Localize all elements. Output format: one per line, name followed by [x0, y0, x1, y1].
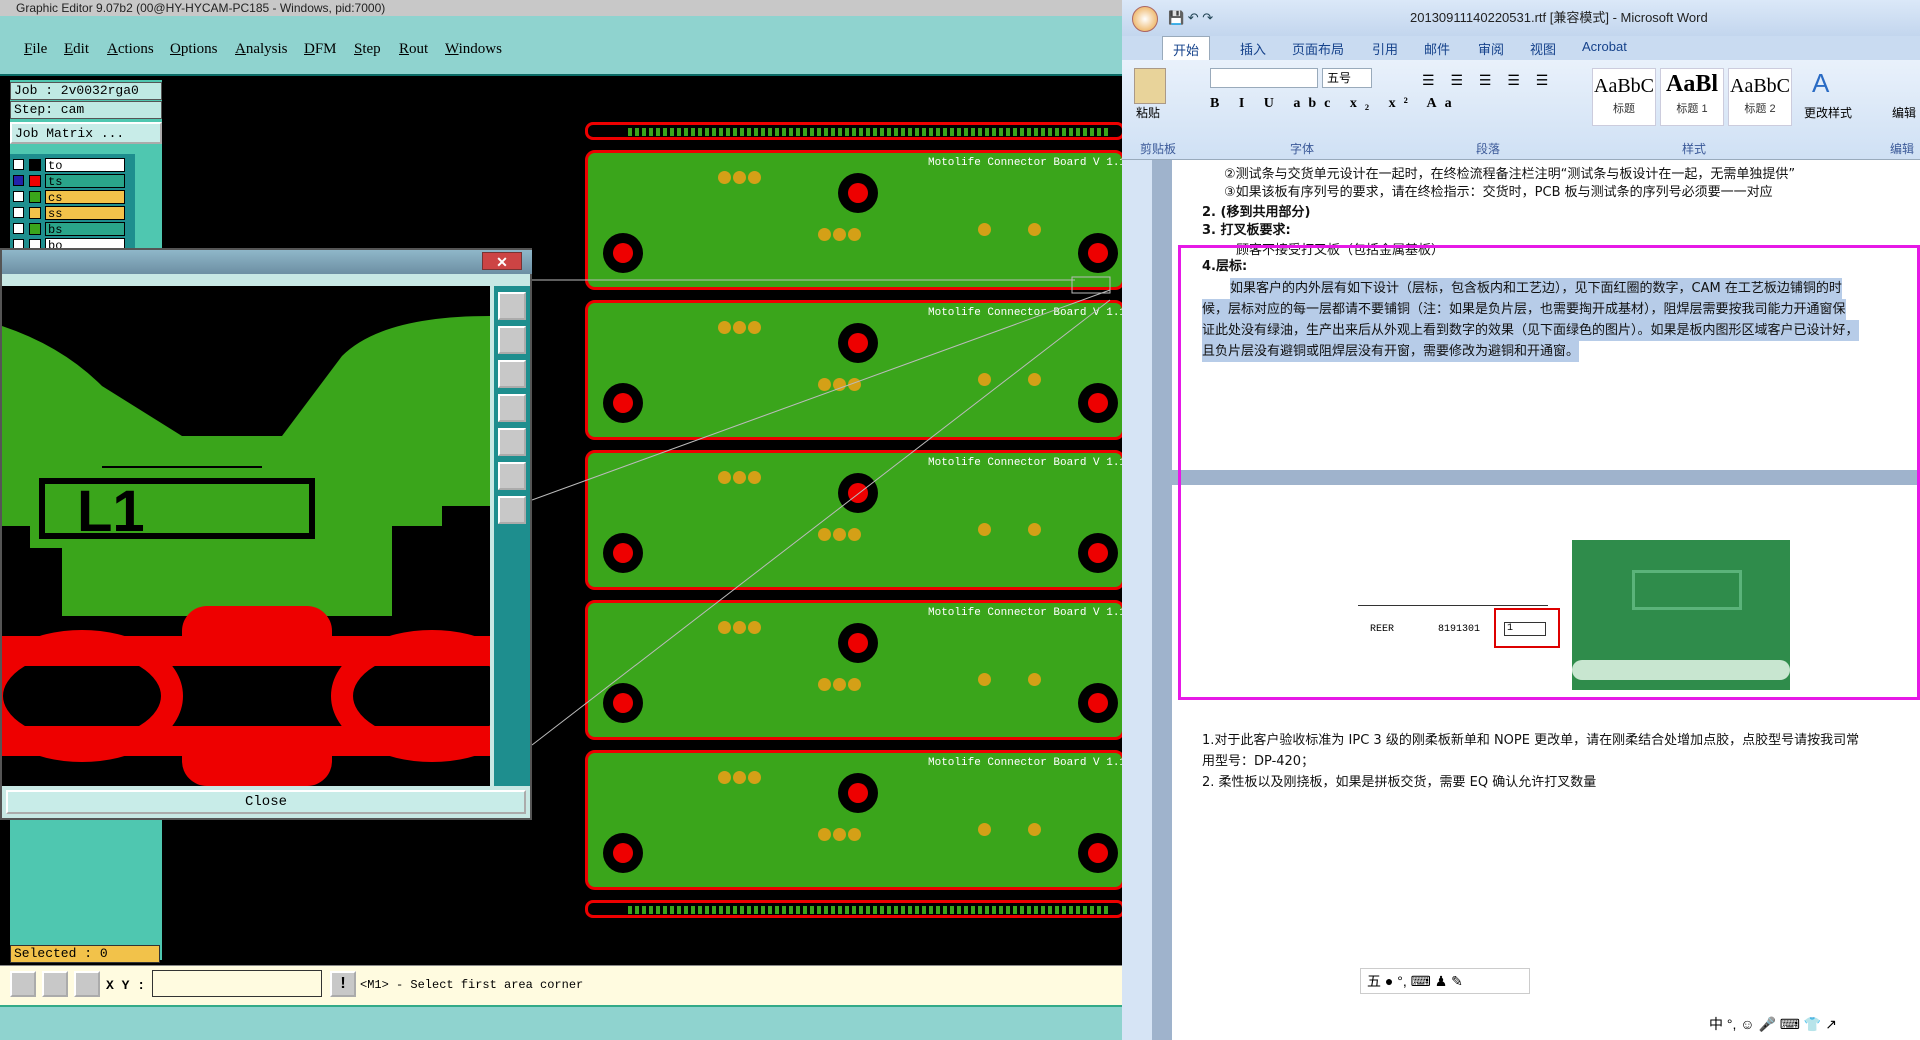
group-editing: 编辑 [1890, 142, 1915, 156]
zoom-home-icon[interactable] [498, 496, 526, 524]
style-sample: AaBbC [1730, 75, 1790, 97]
zoom-layer-mark: L1 [77, 479, 145, 544]
status-message: <M1> - Select first area corner [360, 978, 584, 992]
zoom-toolbar [494, 286, 530, 786]
tab-review[interactable]: 审阅 [1478, 39, 1504, 58]
style-sample: AaBbC [1594, 75, 1654, 97]
tab-acrobat[interactable]: Acrobat [1582, 39, 1627, 54]
pan-left-icon[interactable] [498, 394, 526, 422]
style-heading1[interactable]: AaBl 标题 1 [1660, 68, 1724, 126]
xy-input[interactable] [152, 970, 322, 997]
command-bar: X Y : ! <M1> - Select first area corner [0, 965, 1122, 1005]
doc-line: 1.对于此客户验收标准为 IPC 3 级的刚柔板新单和 NOPE 更改单，请在刚… [1202, 733, 1860, 748]
doc-line: ③如果该板有序列号的要求，请在终检指示：交货时，PCB 板与测试条的序列号必须要… [1224, 185, 1773, 200]
font-family-select[interactable] [1210, 68, 1318, 88]
close-icon[interactable]: ✕ [482, 252, 522, 270]
style-label: 标题 2 [1744, 103, 1776, 115]
style-label: 标题 1 [1676, 103, 1708, 115]
style-label: 标题 [1613, 103, 1635, 115]
zoom-in-icon[interactable] [498, 292, 526, 320]
group-paragraph: 段落 [1476, 142, 1501, 156]
close-button[interactable]: Close [6, 790, 526, 814]
selected-count: Selected : 0 [10, 945, 160, 963]
ribbon: 粘贴 五号 B I U abc x₂ x² Aa ☰ ☰ ☰ ☰ ☰ AaBbC… [1122, 60, 1920, 160]
zoom-dialog: ✕ L1 Close [0, 248, 532, 820]
cam-status-strip [0, 1005, 1122, 1040]
tab-layout[interactable]: 页面布局 [1292, 39, 1344, 58]
ruler-icon[interactable] [42, 971, 68, 997]
font-format-buttons[interactable]: B I U abc x₂ x² Aa [1210, 96, 1460, 112]
cam-window: Graphic Editor 9.07b2 (00@HY-HYCAM-PC185… [0, 0, 1126, 1040]
paste-label: 粘贴 [1136, 106, 1161, 120]
tab-references[interactable]: 引用 [1372, 39, 1398, 58]
xy-label: X Y : [106, 978, 146, 993]
zoom-fit-icon[interactable] [498, 462, 526, 490]
quick-access-save-icon[interactable]: 💾 ↶ ↷ [1168, 0, 1213, 36]
tab-home[interactable]: 开始 [1162, 36, 1211, 62]
doc-line: 2. 柔性板以及刚挠板，如果是拼板交货，需要 EQ 确认允许打叉数量 [1202, 775, 1597, 790]
tab-view[interactable]: 视图 [1530, 39, 1556, 58]
zoom-dialog-titlebar[interactable]: ✕ [2, 250, 532, 274]
tab-mailings[interactable]: 邮件 [1424, 39, 1450, 58]
word-document-title: 20130911140220531.rtf [兼容模式] - Microsoft… [1410, 10, 1708, 25]
pan-right-icon[interactable] [498, 428, 526, 456]
font-size-select[interactable]: 五号 [1322, 68, 1372, 88]
ribbon-tabs: 开始 插入 页面布局 引用 邮件 审阅 视图 Acrobat [1122, 36, 1920, 62]
editing-label: 编辑 [1892, 106, 1917, 120]
zoom-out-icon[interactable] [498, 326, 526, 354]
doc-line: 3. 打叉板要求: [1202, 223, 1291, 238]
pan-down-icon[interactable] [498, 360, 526, 388]
group-font: 字体 [1290, 142, 1315, 156]
ime-tray[interactable]: 中 °, ☺ 🎤 ⌨ 👕 ↗ [1705, 1008, 1920, 1040]
change-styles-label: 更改样式 [1804, 106, 1853, 120]
ime-toolbar[interactable]: 五 ● °, ⌨ ♟ ✎ [1360, 968, 1530, 994]
zoom-canvas[interactable]: L1 [2, 286, 490, 786]
paragraph-buttons[interactable]: ☰ ☰ ☰ ☰ ☰ [1422, 72, 1554, 89]
office-button-icon[interactable] [1132, 6, 1158, 32]
doc-line: 用型号：DP-420； [1202, 754, 1315, 769]
measure-icon[interactable] [10, 971, 36, 997]
group-styles: 样式 [1682, 142, 1707, 156]
highlight-frame [1178, 245, 1920, 700]
group-clipboard: 剪贴板 [1140, 142, 1177, 156]
zoom-drawing: L1 [2, 316, 490, 786]
paste-icon[interactable] [1134, 68, 1166, 104]
tab-insert[interactable]: 插入 [1240, 39, 1266, 58]
grid-icon[interactable] [74, 971, 100, 997]
word-title-bar: 💾 ↶ ↷ 20130911140220531.rtf [兼容模式] - Mic… [1122, 0, 1920, 36]
info-button[interactable]: ! [330, 971, 356, 997]
style-heading2[interactable]: AaBbC 标题 2 [1728, 68, 1792, 126]
style-sample: AaBl [1665, 71, 1718, 97]
style-normal[interactable]: AaBbC 标题 [1592, 68, 1656, 126]
change-styles-icon[interactable]: A [1812, 68, 1829, 99]
